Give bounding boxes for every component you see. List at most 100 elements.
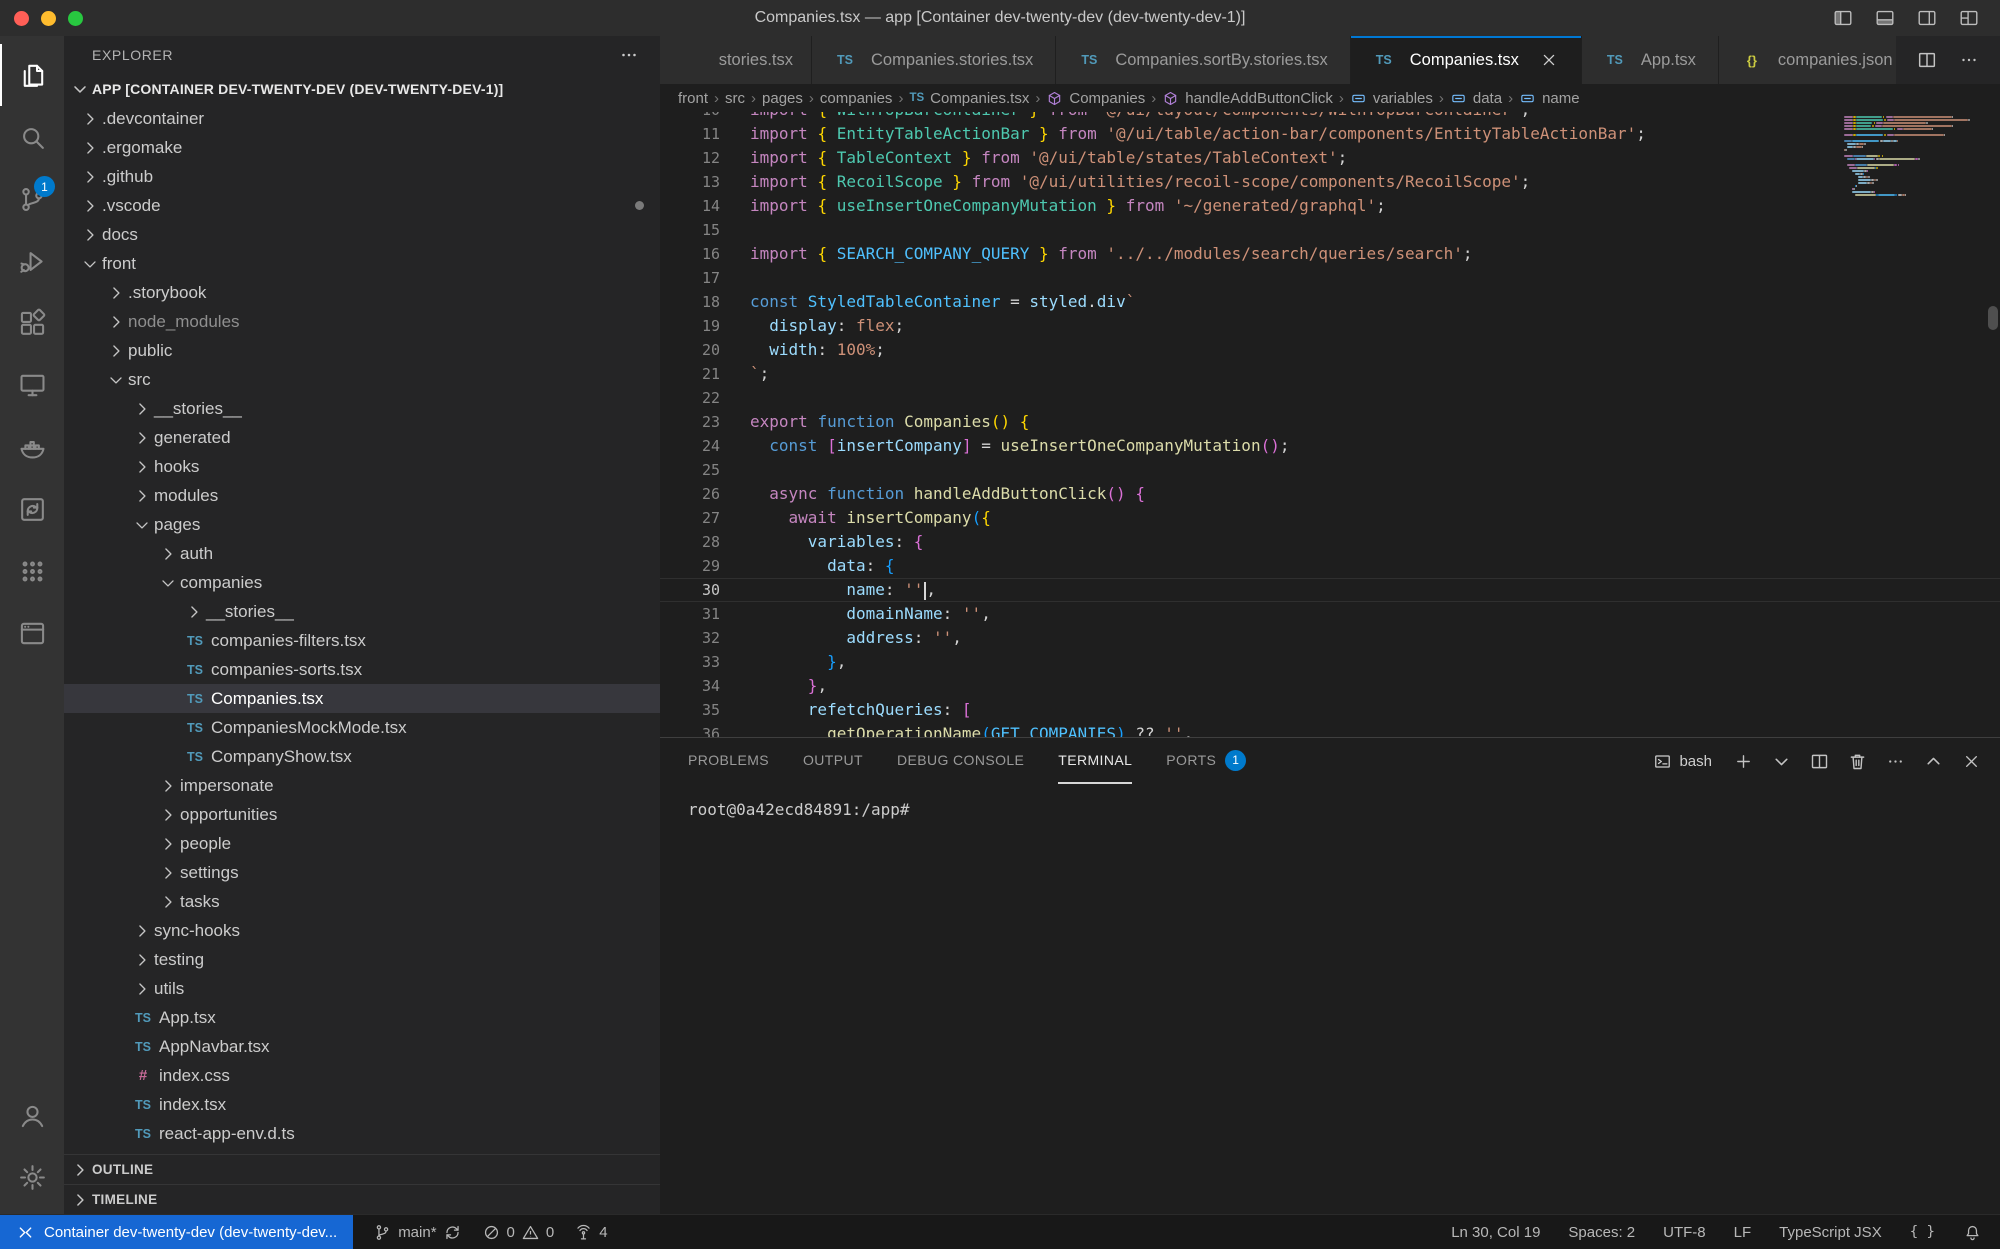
breadcrumb-item[interactable]: handleAddButtonClick (1162, 90, 1333, 107)
timeline-section[interactable]: TIMELINE (64, 1184, 660, 1214)
new-terminal-icon[interactable] (1733, 751, 1754, 772)
tree-item-folder[interactable]: .devcontainer (64, 104, 660, 133)
tree-item-file[interactable]: TSCompaniesMockMode.tsx (64, 713, 660, 742)
tree-item-folder[interactable]: tasks (64, 887, 660, 916)
code-line[interactable]: 12import { TableContext } from '@/ui/tab… (660, 146, 2000, 170)
tree-item-folder[interactable]: .ergomake (64, 133, 660, 162)
breadcrumb-item[interactable]: front (678, 90, 708, 107)
activity-item-kubernetes[interactable] (0, 540, 64, 602)
editor-tab[interactable]: TSCompanies.stories.tsx (812, 36, 1056, 84)
code-line[interactable]: 19 display: flex; (660, 314, 2000, 338)
tree-item-folder[interactable]: .github (64, 162, 660, 191)
code-line[interactable]: 32 address: '', (660, 626, 2000, 650)
tree-item-file[interactable]: #index.css (64, 1061, 660, 1090)
activity-item-accounts[interactable] (0, 1084, 64, 1146)
close-icon[interactable] (1539, 50, 1559, 70)
activity-item-settings[interactable] (0, 1146, 64, 1208)
tree-item-folder[interactable]: public (64, 336, 660, 365)
problems-indicator[interactable]: 0 0 (482, 1223, 555, 1242)
encoding[interactable]: UTF-8 (1663, 1224, 1706, 1241)
tree-item-folder[interactable]: .vscode (64, 191, 660, 220)
tree-item-file[interactable]: TSAppNavbar.tsx (64, 1032, 660, 1061)
code-line[interactable]: 17 (660, 266, 2000, 290)
eol[interactable]: LF (1734, 1224, 1752, 1241)
activity-item-extensions[interactable] (0, 292, 64, 354)
breadcrumb-item[interactable]: companies (820, 90, 893, 107)
code-line[interactable]: 35 refetchQueries: [ (660, 698, 2000, 722)
breadcrumb-item[interactable]: Companies (1046, 90, 1145, 107)
outline-section[interactable]: OUTLINE (64, 1154, 660, 1184)
activity-item-run-and-debug[interactable] (0, 230, 64, 292)
breadcrumb-item[interactable]: src (725, 90, 745, 107)
terminal-output[interactable]: root@0a42ecd84891:/app# (660, 784, 2000, 1214)
terminal-shell-selector[interactable]: bash (1653, 752, 1712, 771)
code-line[interactable]: 36 getOperationName(GET_COMPANIES) ?? ''… (660, 722, 2000, 737)
tree-item-folder[interactable]: hooks (64, 452, 660, 481)
panel-tab-terminal[interactable]: TERMINAL (1058, 738, 1132, 784)
panel-tab-output[interactable]: OUTPUT (803, 738, 863, 784)
tree-item-folder[interactable]: testing (64, 945, 660, 974)
activity-item-source-control[interactable]: 1 (0, 168, 64, 230)
editor-tab[interactable]: stories.tsx (660, 36, 812, 84)
tree-item-folder[interactable]: companies (64, 568, 660, 597)
tree-item-folder[interactable]: .storybook (64, 278, 660, 307)
panel-more-actions-icon[interactable] (1885, 751, 1906, 772)
minimap[interactable] (1838, 112, 1986, 197)
tree-item-folder[interactable]: opportunities (64, 800, 660, 829)
code-line[interactable]: 26 async function handleAddButtonClick()… (660, 482, 2000, 506)
activity-item-search[interactable] (0, 106, 64, 168)
explorer-section-header[interactable]: APP [CONTAINER DEV-TWENTY-DEV (DEV-TWENT… (64, 74, 660, 104)
toggle-sidebar-icon[interactable] (1832, 7, 1854, 29)
scrollbar-thumb[interactable] (1988, 306, 1998, 330)
title-bar[interactable]: Companies.tsx — app [Container dev-twent… (0, 0, 2000, 36)
breadcrumb-item[interactable]: variables (1350, 90, 1433, 107)
tree-item-file[interactable]: TSreact-app-env.d.ts (64, 1119, 660, 1148)
toggle-panel-icon[interactable] (1874, 7, 1896, 29)
close-window-button[interactable] (14, 11, 29, 26)
ports-indicator[interactable]: 4 (574, 1223, 607, 1242)
code-line[interactable]: 31 domainName: '', (660, 602, 2000, 626)
remote-indicator[interactable]: Container dev-twenty-dev (dev-twenty-dev… (0, 1215, 353, 1249)
close-panel-icon[interactable] (1961, 751, 1982, 772)
tree-item-folder[interactable]: modules (64, 481, 660, 510)
editor-tab[interactable]: TSApp.tsx (1582, 36, 1719, 84)
code-line[interactable]: 24 const [insertCompany] = useInsertOneC… (660, 434, 2000, 458)
language-mode[interactable]: TypeScript JSX (1779, 1224, 1882, 1241)
tree-item-file[interactable]: TSCompanies.tsx (64, 684, 660, 713)
code-line[interactable]: 34 }, (660, 674, 2000, 698)
tree-item-folder[interactable]: impersonate (64, 771, 660, 800)
code-line[interactable]: 15 (660, 218, 2000, 242)
split-terminal-icon[interactable] (1809, 751, 1830, 772)
activity-item-container-tools[interactable] (0, 478, 64, 540)
tree-item-folder[interactable]: __stories__ (64, 597, 660, 626)
code-line[interactable]: 29 data: { (660, 554, 2000, 578)
code-line[interactable]: 25 (660, 458, 2000, 482)
tree-item-file[interactable]: TSApp.tsx (64, 1003, 660, 1032)
code-line[interactable]: 18const StyledTableContainer = styled.di… (660, 290, 2000, 314)
tree-item-folder[interactable]: node_modules (64, 307, 660, 336)
code-line[interactable]: 16import { SEARCH_COMPANY_QUERY } from '… (660, 242, 2000, 266)
code-line[interactable]: 28 variables: { (660, 530, 2000, 554)
split-editor-icon[interactable] (1916, 49, 1938, 71)
editor-more-actions-icon[interactable] (1958, 49, 1980, 71)
tree-item-folder[interactable]: settings (64, 858, 660, 887)
cursor-position[interactable]: Ln 30, Col 19 (1451, 1224, 1540, 1241)
breadcrumb-item[interactable]: pages (762, 90, 803, 107)
tree-item-file[interactable]: TScompanies-filters.tsx (64, 626, 660, 655)
language-status-icon[interactable]: { } (1910, 1224, 1935, 1240)
code-line[interactable]: 22 (660, 386, 2000, 410)
activity-item-live-preview[interactable] (0, 602, 64, 664)
activity-item-remote-explorer[interactable] (0, 354, 64, 416)
code-line[interactable]: 33 }, (660, 650, 2000, 674)
bell-icon[interactable] (1963, 1223, 1982, 1242)
tree-item-folder[interactable]: docs (64, 220, 660, 249)
tree-item-file[interactable]: TSindex.tsx (64, 1090, 660, 1119)
panel-tab-debug-console[interactable]: DEBUG CONSOLE (897, 738, 1024, 784)
minimize-window-button[interactable] (41, 11, 56, 26)
breadcrumb-item[interactable]: TSCompanies.tsx (909, 90, 1029, 107)
tree-item-file[interactable]: TSCompanyShow.tsx (64, 742, 660, 771)
code-line[interactable]: 11import { EntityTableActionBar } from '… (660, 122, 2000, 146)
tree-item-folder[interactable]: generated (64, 423, 660, 452)
code-line[interactable]: 30 name: '', (660, 578, 2000, 602)
breadcrumb-item[interactable]: name (1519, 90, 1580, 107)
